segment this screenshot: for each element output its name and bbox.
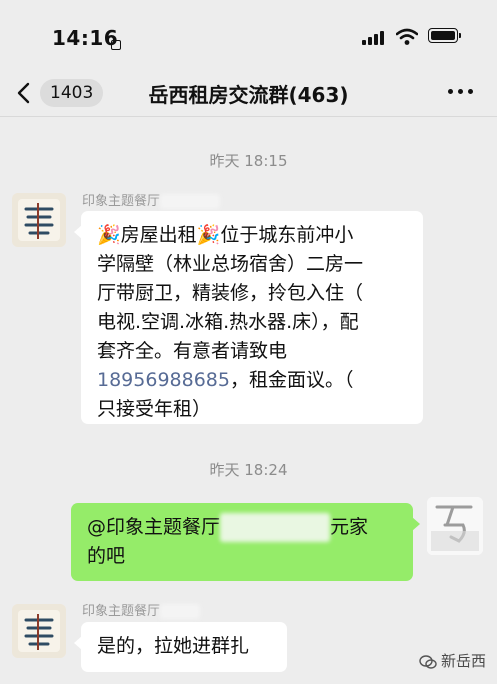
sender-avatar[interactable]: [12, 193, 66, 247]
battery-icon: [428, 28, 461, 43]
chat-header: 1403 岳西租房交流群(463): [0, 70, 497, 117]
message-text-line: 是的，拉她进群扎: [97, 635, 250, 657]
message-text-line: 套齐全。有意者请致电: [97, 340, 288, 362]
focus-mode-icon: [111, 40, 121, 50]
more-dots-icon[interactable]: [448, 89, 474, 97]
status-time: 14:16: [52, 26, 119, 50]
message-text-line: 学隔壁（林业总场宿舍）二房一: [97, 253, 364, 275]
phone-link[interactable]: 18956988685: [97, 369, 230, 391]
my-message-bubble[interactable]: @印象主题餐厅 元家 的吧: [71, 503, 420, 581]
chat-title: 岳西租房交流群(463): [148, 83, 349, 107]
message-text-line: 厅带厨卫，精装修，拎包入住（: [97, 282, 364, 304]
sender-name: 印象主题餐厅: [82, 190, 221, 209]
my-avatar[interactable]: [427, 497, 483, 555]
message-text-line: 🎉房屋出租🎉位于城东前冲小: [97, 224, 354, 246]
message-timestamp: 昨天 18:24: [209, 461, 288, 479]
watermark: 新岳西: [419, 650, 486, 671]
wechat-channel-icon: [419, 654, 437, 670]
sender-avatar[interactable]: [12, 604, 66, 658]
message-bubble[interactable]: 🎉房屋出租🎉位于城东前冲小 学隔壁（林业总场宿舍）二房一 厅带厨卫，精装修，拎包…: [74, 211, 423, 424]
message-bubble[interactable]: 是的，拉她进群扎: [74, 622, 287, 672]
watermark-text: 新岳西: [441, 652, 487, 670]
wifi-icon: [395, 28, 419, 46]
message-text-line: 18956988685，租金面议。（: [97, 369, 354, 391]
message-text-line: 电视.空调.冰箱.热水器.床），配: [97, 311, 359, 333]
message-timestamp: 昨天 18:15: [209, 152, 288, 170]
sender-name: 印象主题餐厅: [82, 600, 201, 619]
mention[interactable]: @印象主题餐厅: [87, 516, 220, 538]
signal-icon: [362, 31, 388, 45]
message-text-line: @印象主题餐厅 元家: [87, 513, 399, 542]
status-bar: 14:16: [0, 0, 497, 70]
message-text-line: 只接受年租）: [97, 398, 212, 420]
message-text-line: 的吧: [87, 545, 126, 567]
